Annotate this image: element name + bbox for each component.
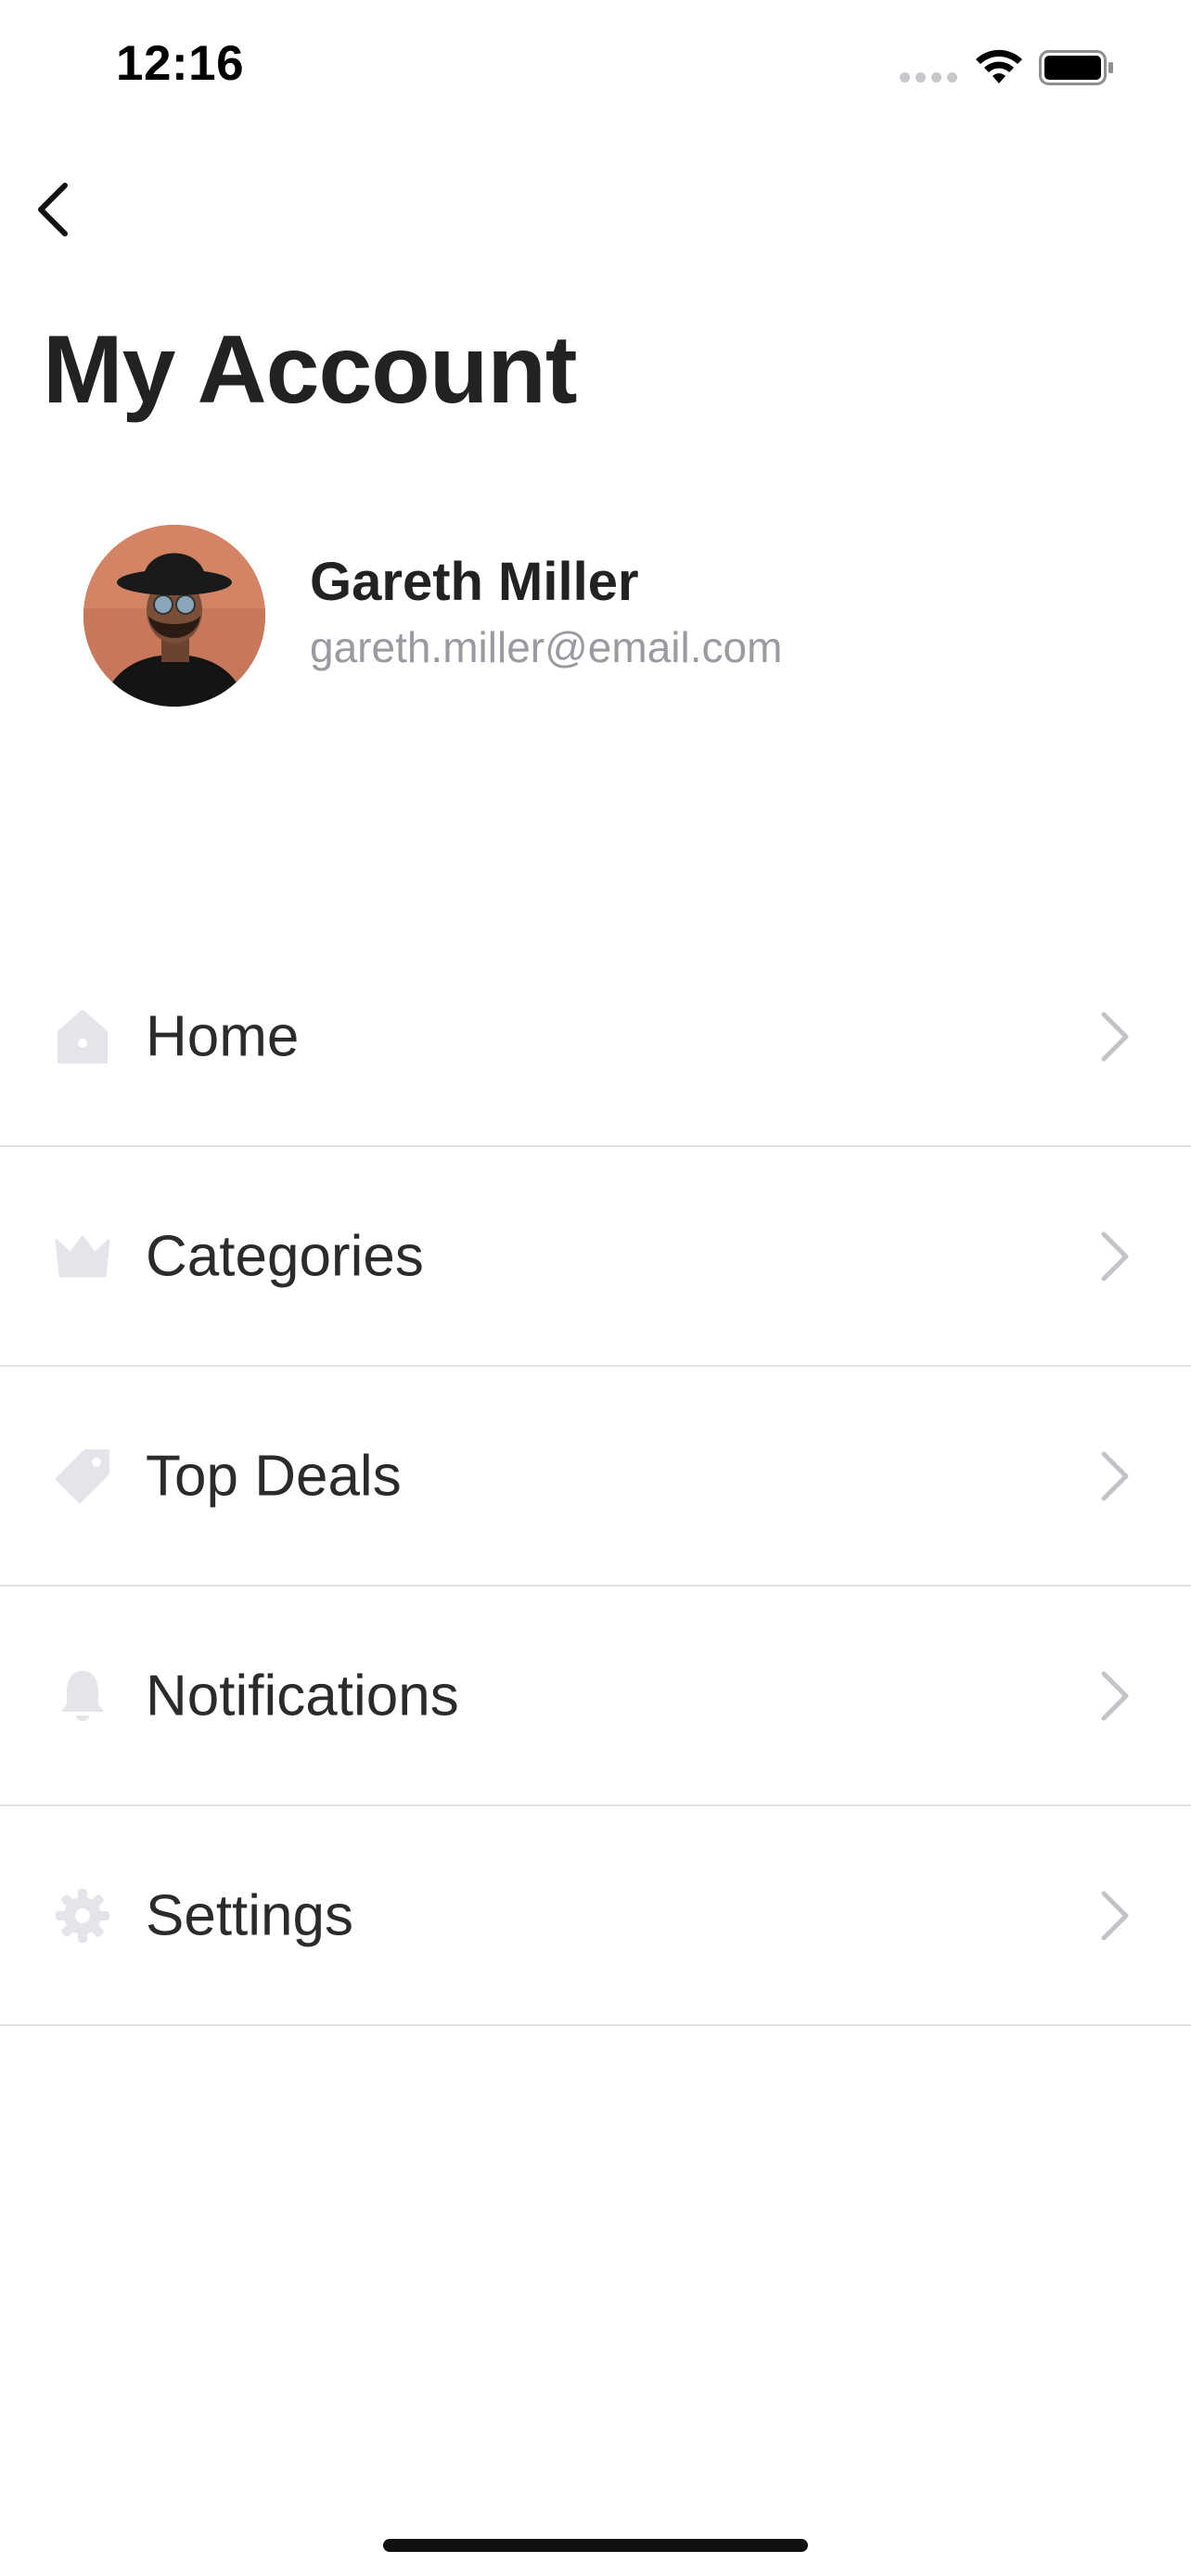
chevron-right-icon [1101, 1671, 1129, 1720]
chevron-right-icon [1101, 1231, 1129, 1281]
tag-icon [52, 1446, 113, 1507]
signal-icon [900, 72, 957, 85]
my-account-screen: 12:16 My Account Gareth Miller gareth.mi… [0, 0, 1191, 2576]
crown-icon [52, 1226, 113, 1287]
home-indicator[interactable] [383, 2539, 808, 2552]
gear-icon [52, 1885, 113, 1946]
menu-item-label: Top Deals [146, 1444, 402, 1508]
battery-icon [1039, 50, 1113, 85]
chevron-left-icon [38, 183, 68, 236]
bell-icon [52, 1665, 113, 1727]
menu-item-home[interactable]: Home [0, 927, 1191, 1147]
menu-item-label: Categories [146, 1224, 424, 1288]
avatar[interactable] [83, 525, 265, 707]
chevron-right-icon [1101, 1451, 1129, 1500]
menu-item-notifications[interactable]: Notifications [0, 1587, 1191, 1806]
profile-name: Gareth Miller [310, 552, 639, 612]
account-menu: Home Categories Top Deals Notifications … [0, 927, 1191, 2026]
avatar-image [83, 525, 265, 707]
chevron-right-icon [1101, 1891, 1129, 1940]
menu-item-categories[interactable]: Categories [0, 1147, 1191, 1367]
menu-item-label: Home [146, 1004, 300, 1068]
profile-header[interactable]: Gareth Miller gareth.miller@email.com [83, 525, 1150, 707]
page-title: My Account [43, 316, 578, 424]
status-time: 12:16 [116, 36, 245, 91]
home-icon [52, 1006, 113, 1067]
status-bar: 12:16 [0, 0, 1191, 139]
wifi-icon [976, 49, 1022, 83]
back-button[interactable] [33, 172, 93, 247]
menu-item-label: Settings [146, 1883, 354, 1947]
menu-item-top-deals[interactable]: Top Deals [0, 1367, 1191, 1587]
menu-item-label: Notifications [146, 1664, 459, 1728]
menu-item-settings[interactable]: Settings [0, 1806, 1191, 2026]
profile-email: gareth.miller@email.com [310, 623, 783, 671]
chevron-right-icon [1101, 1012, 1129, 1061]
